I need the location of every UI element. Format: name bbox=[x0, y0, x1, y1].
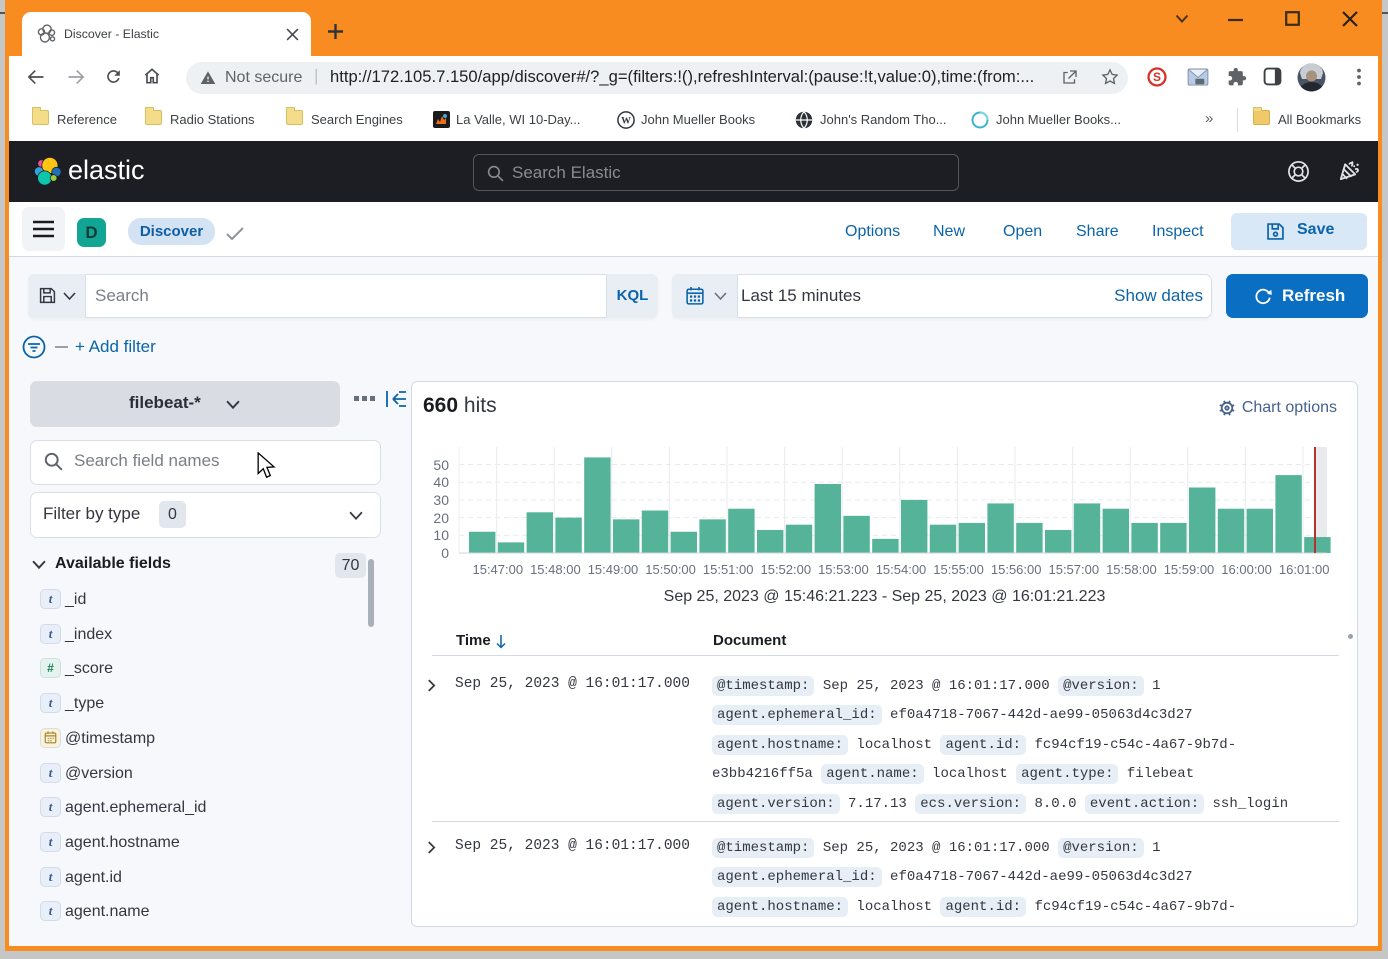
svg-text:S: S bbox=[1153, 70, 1161, 84]
svg-text:W: W bbox=[621, 115, 631, 126]
